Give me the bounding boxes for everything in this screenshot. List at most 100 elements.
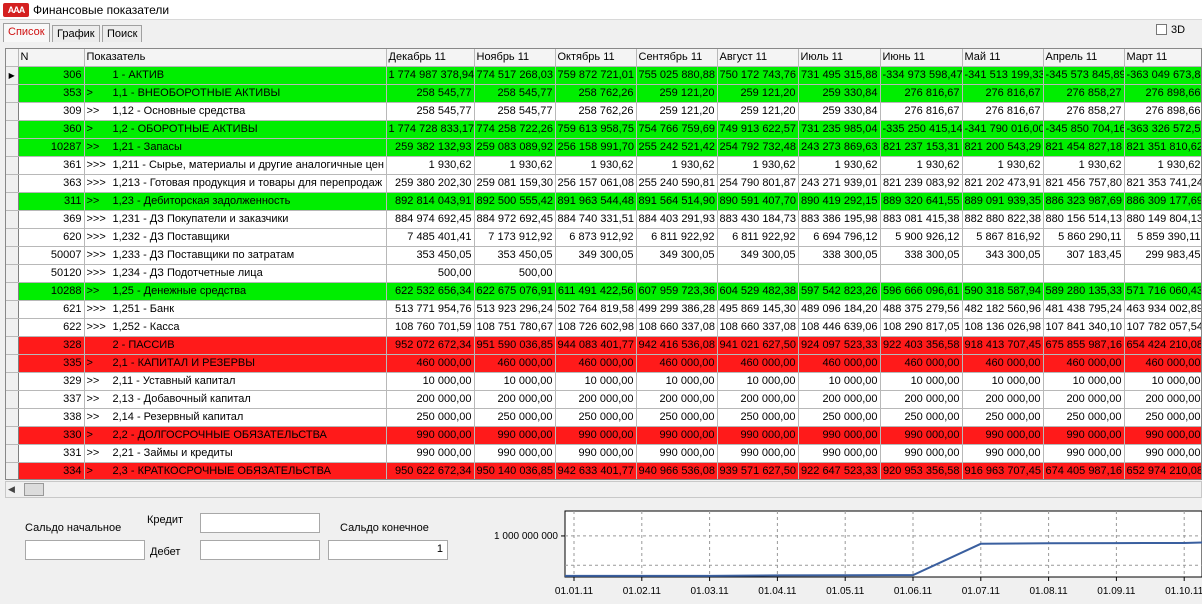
table-row[interactable]: 311 >> 1,23 - Дебиторская задолженность 892… [6,192,1201,211]
cell-value[interactable]: 495 869 145,30 [717,300,799,319]
cell-value[interactable]: 200 000,00 [1124,390,1201,409]
cell-value[interactable]: -363 326 572,51 [1124,120,1201,139]
cell-value[interactable]: 108 290 817,05 [880,318,963,337]
cell-value[interactable]: 200 000,00 [555,390,637,409]
cell-value[interactable]: 258 545,77 [474,84,556,103]
table-row[interactable]: 622 >>> 1,252 - Касса 108 760 701,59 108 751… [6,318,1201,337]
row-indicator[interactable] [6,138,19,157]
cell-value[interactable]: 1 930,62 [1043,156,1125,175]
cell-value[interactable]: 884 403 291,93 [636,210,718,229]
cell-value[interactable]: 731 235 985,04 [798,120,881,139]
table-row[interactable]: 360 >1,2 - ОБОРОТНЫЕ АКТИВЫ 1 774 728 833,… [6,120,1201,139]
cell-value[interactable]: 276 816,67 [880,102,963,121]
cell-value[interactable]: 571 716 060,43 [1124,282,1201,301]
cell-value[interactable]: -363 049 673,84 [1124,66,1201,85]
cell-value[interactable]: 489 096 184,20 [798,300,881,319]
cell-value[interactable]: 108 751 780,67 [474,318,556,337]
cell-value[interactable]: 200 000,00 [636,390,718,409]
row-indicator[interactable] [6,444,19,463]
cell-value[interactable]: 10 000,00 [962,372,1044,391]
cell-n[interactable]: 369 [18,210,85,229]
cell-value[interactable]: 950 140 036,85 [474,462,556,479]
table-row[interactable]: 363 >>> 1,213 - Готовая продукция и товары… [6,174,1201,193]
cell-value[interactable]: 990 000,00 [555,444,637,463]
cell-value[interactable]: -345 573 845,89 [1043,66,1125,85]
table-row[interactable]: 50007 >>> 1,233 - ДЗ Поставщики по затрата… [6,246,1201,265]
cell-value[interactable] [880,264,963,283]
cell-value[interactable]: 276 858,27 [1043,102,1125,121]
cell-value[interactable] [555,264,637,283]
cell-value[interactable]: 259 121,20 [717,84,799,103]
cell-n[interactable]: 331 [18,444,85,463]
cell-indicator[interactable]: >> 2,11 - Уставный капитал [84,372,387,391]
cell-value[interactable]: 500,00 [474,264,556,283]
cell-indicator[interactable]: >> 2,14 - Резервный капитал [84,408,387,427]
row-indicator[interactable] [6,300,19,319]
cell-value[interactable]: 258 545,77 [474,102,556,121]
cell-value[interactable]: 250 000,00 [474,408,556,427]
cell-value[interactable]: 951 590 036,85 [474,336,556,355]
cell-value[interactable]: -335 250 415,14 [880,120,963,139]
cell-value[interactable]: 883 386 195,98 [798,210,881,229]
table-row[interactable]: 620 >>> 1,232 - ДЗ Поставщики 7 485 401,41 7… [6,228,1201,247]
cell-value[interactable]: 500,00 [386,264,475,283]
cell-n[interactable]: 620 [18,228,85,247]
cell-value[interactable]: 890 591 407,70 [717,192,799,211]
cell-indicator[interactable]: >2,1 - КАПИТАЛ И РЕЗЕРВЫ [84,354,387,373]
cell-value[interactable]: 749 913 622,57 [717,120,799,139]
cell-value[interactable]: 107 782 057,54 [1124,318,1201,337]
data-grid[interactable]: N Показатель Декабрь 11 Ноябрь 11 Октябрь 11… [5,48,1202,480]
cell-value[interactable]: 920 953 356,58 [880,462,963,479]
cell-value[interactable]: 250 000,00 [798,408,881,427]
cell-value[interactable]: 892 814 043,91 [386,192,475,211]
cell-value[interactable]: 821 353 741,24 [1124,174,1201,193]
cell-value[interactable]: 259 380 202,30 [386,174,475,193]
cell-value[interactable]: 463 934 002,89 [1124,300,1201,319]
cell-value[interactable]: 259 330,84 [798,84,881,103]
cell-n[interactable]: 10288 [18,282,85,301]
cell-value[interactable]: 821 202 473,91 [962,174,1044,193]
cell-value[interactable] [1124,264,1201,283]
cell-value[interactable]: 10 000,00 [386,372,475,391]
row-indicator[interactable] [6,120,19,139]
cell-value[interactable]: 990 000,00 [1124,444,1201,463]
cell-n[interactable]: 621 [18,300,85,319]
cell-value[interactable]: 460 000,00 [717,354,799,373]
cell-value[interactable] [962,264,1044,283]
cell-value[interactable]: 892 500 555,42 [474,192,556,211]
cell-value[interactable]: 250 000,00 [717,408,799,427]
cell-value[interactable]: 481 438 795,24 [1043,300,1125,319]
cell-value[interactable]: 990 000,00 [798,444,881,463]
cell-value[interactable] [1043,264,1125,283]
cell-value[interactable]: 597 542 823,26 [798,282,881,301]
cell-value[interactable]: 200 000,00 [474,390,556,409]
row-indicator[interactable] [6,282,19,301]
cell-value[interactable]: 990 000,00 [474,444,556,463]
cell-value[interactable]: 259 083 089,92 [474,138,556,157]
cell-indicator[interactable]: >1,2 - ОБОРОТНЫЕ АКТИВЫ [84,120,387,139]
cell-value[interactable]: 916 963 707,45 [962,462,1044,479]
cell-value[interactable]: 254 792 732,48 [717,138,799,157]
cell-value[interactable]: 108 660 337,08 [636,318,718,337]
tab-search[interactable]: Поиск [102,25,143,42]
cell-value[interactable]: 460 000,00 [636,354,718,373]
cell-value[interactable]: 611 491 422,56 [555,282,637,301]
cell-value[interactable]: 589 280 135,33 [1043,282,1125,301]
cell-value[interactable]: 513 771 954,76 [386,300,475,319]
column-header[interactable]: Май 11 [962,49,1044,67]
cell-value[interactable]: 6 873 912,92 [555,228,637,247]
cell-value[interactable]: 990 000,00 [386,426,475,445]
cell-value[interactable]: 259 382 132,93 [386,138,475,157]
cell-n[interactable]: 50120 [18,264,85,283]
cell-value[interactable]: 460 000,00 [386,354,475,373]
cell-value[interactable]: 10 000,00 [474,372,556,391]
cell-value[interactable]: 990 000,00 [636,444,718,463]
cell-value[interactable]: 256 158 991,70 [555,138,637,157]
cell-value[interactable]: 1 774 728 833,17 [386,120,475,139]
cell-value[interactable]: 349 300,05 [717,246,799,265]
cell-value[interactable]: 250 000,00 [1043,408,1125,427]
cell-value[interactable]: 259 121,20 [636,102,718,121]
cell-value[interactable]: 276 898,66 [1124,102,1201,121]
column-header[interactable]: Декабрь 11 [386,49,475,67]
cell-value[interactable]: 884 974 692,45 [386,210,475,229]
